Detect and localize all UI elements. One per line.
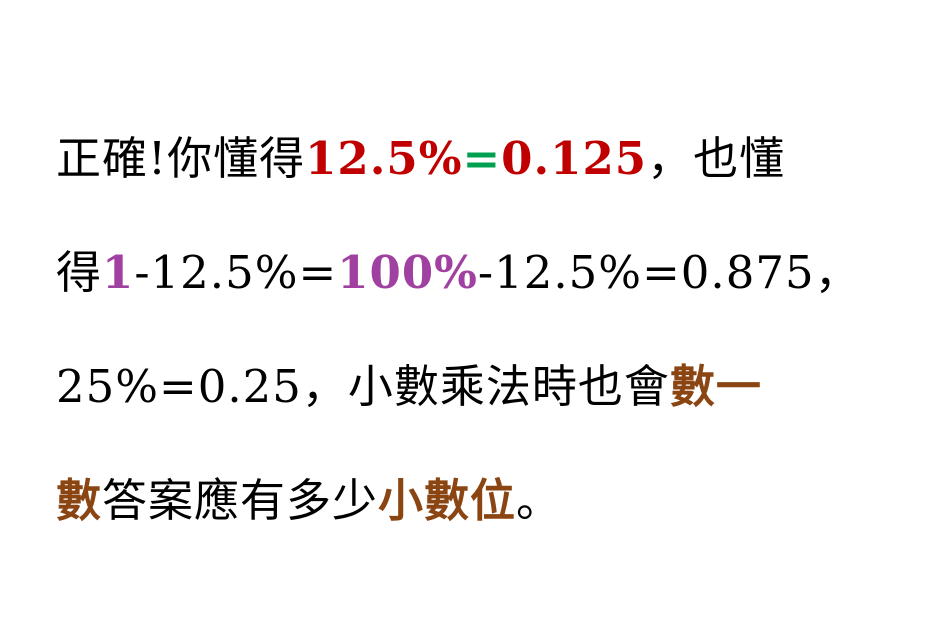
line1-text: 正確!你懂得 xyxy=(56,132,306,185)
slide: 正確!你懂得12.5%=0.125，也懂 得1-12.5%=100%-12.5%… xyxy=(0,0,939,626)
line2-one: 1 xyxy=(102,246,135,299)
line3-highlight: 數一 xyxy=(669,360,762,413)
line1-percent: 12.5% xyxy=(305,132,463,185)
line3-text: 25%=0.25，小數乘法時也會 xyxy=(56,360,670,413)
line2-hundred-percent: 100% xyxy=(337,246,478,299)
line1-equals: = xyxy=(462,132,502,185)
line1-decimal: 0.125 xyxy=(501,132,648,185)
line4-period: 。 xyxy=(516,474,563,527)
text-line-2: 得1-12.5%=100%-12.5%=0.875， xyxy=(56,243,861,303)
line2-tail: -12.5%=0.875， xyxy=(477,246,861,299)
text-line-1: 正確!你懂得12.5%=0.125，也懂 xyxy=(56,129,785,189)
line2-text: 得 xyxy=(56,246,103,299)
line2-minus: -12.5%= xyxy=(134,246,338,299)
line1-tail: ，也懂 xyxy=(647,132,786,185)
text-line-3: 25%=0.25，小數乘法時也會數一 xyxy=(56,357,762,417)
line4-highlight-decimal-places: 小數位 xyxy=(378,474,517,527)
line4-highlight-start: 數 xyxy=(56,474,103,527)
line4-text: 答案應有多少 xyxy=(102,474,379,527)
text-line-4: 數答案應有多少小數位。 xyxy=(56,471,562,531)
